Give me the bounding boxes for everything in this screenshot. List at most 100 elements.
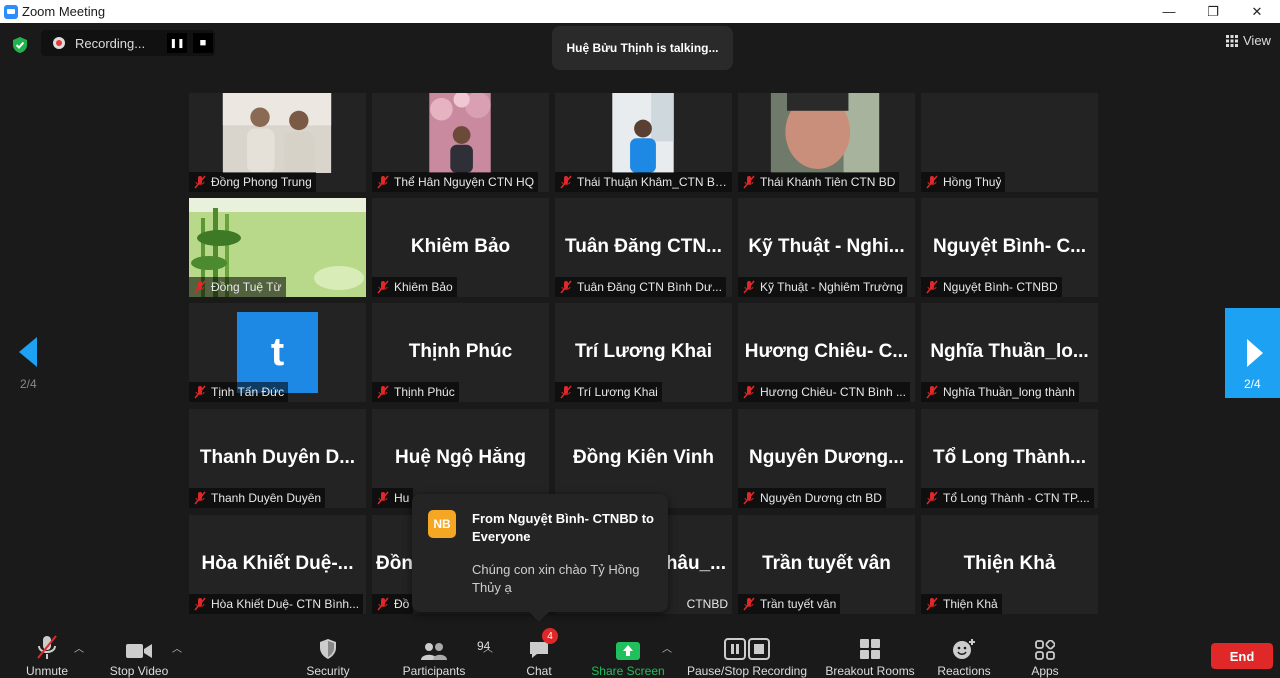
participant-name-label: Thể Hân Nguyện CTN HQ bbox=[372, 172, 539, 192]
window-title: Zoom Meeting bbox=[22, 4, 106, 19]
mic-muted-icon bbox=[560, 280, 572, 294]
close-button[interactable]: ✕ bbox=[1234, 0, 1280, 23]
unmute-button[interactable]: Unmute bbox=[18, 632, 76, 678]
participant-name-label: Thanh Duyên Duyên bbox=[189, 488, 326, 508]
mic-muted-icon bbox=[560, 385, 572, 399]
participant-tile[interactable]: Tổ Long Thành... Tổ Long Thành - CTN TP.… bbox=[921, 409, 1098, 508]
participant-name-label: Kỹ Thuật - Nghiêm Trường bbox=[738, 277, 908, 297]
next-page-button[interactable]: 2/4 bbox=[1225, 308, 1280, 398]
mic-muted-icon bbox=[743, 175, 755, 189]
participant-name-label: Hòa Khiết Duệ- CTN Bình... bbox=[189, 594, 364, 614]
mic-muted-icon bbox=[377, 491, 389, 505]
reactions-button[interactable]: Reactions bbox=[934, 632, 994, 678]
participant-name-label: Khiêm Bảo bbox=[372, 277, 457, 297]
participant-tile[interactable]: Thái Khánh Tiên CTN BD bbox=[738, 93, 915, 192]
record-dot-icon bbox=[53, 37, 65, 49]
participant-display-name: Huệ Ngộ Hằng bbox=[395, 447, 526, 468]
participant-display-name: Tuân Đăng CTN... bbox=[565, 236, 722, 257]
recording-indicator: Recording... ❚❚ ■ bbox=[41, 30, 215, 56]
title-bar: Zoom Meeting — ❐ ✕ bbox=[0, 0, 1280, 23]
participant-tile[interactable]: Khiêm Bảo Khiêm Bảo bbox=[372, 198, 549, 297]
meeting-toolbar: Unmute ︿ Stop Video ︿ Security 94 Partic… bbox=[0, 628, 1280, 678]
breakout-rooms-icon bbox=[860, 639, 880, 659]
mic-muted-icon bbox=[377, 280, 389, 294]
video-camera-icon bbox=[126, 644, 152, 658]
participant-display-name: Nghĩa Thuần_lo... bbox=[930, 341, 1089, 362]
view-button[interactable]: View bbox=[1226, 33, 1271, 48]
participant-tile[interactable]: Đồng Phong Trung bbox=[189, 93, 366, 192]
pause-stop-recording-button[interactable]: Pause/Stop Recording bbox=[682, 632, 812, 678]
participant-name-label: Tuân Đăng CTN Bình Dư... bbox=[555, 277, 726, 297]
apps-button[interactable]: Apps bbox=[1024, 632, 1066, 678]
participant-tile[interactable]: Hồng Thuỷ bbox=[921, 93, 1098, 192]
chat-button[interactable]: 4 Chat bbox=[516, 628, 562, 678]
mic-muted-icon bbox=[926, 280, 938, 294]
participant-tile[interactable]: Thể Hân Nguyện CTN HQ bbox=[372, 93, 549, 192]
participant-tile[interactable]: Thái Thuận Khâm_CTN Bì... bbox=[555, 93, 732, 192]
chat-sender: From Nguyệt Bình- CTNBD to Everyone bbox=[472, 511, 654, 544]
participant-name-label: Đồ bbox=[372, 594, 414, 614]
participant-tile[interactable]: Trí Lương Khai Trí Lương Khai bbox=[555, 303, 732, 402]
recording-label: Recording... bbox=[75, 35, 146, 51]
participant-tile[interactable]: Thanh Duyên D... Thanh Duyên Duyên bbox=[189, 409, 366, 508]
encryption-shield-icon[interactable] bbox=[11, 36, 29, 54]
microphone-muted-icon bbox=[37, 635, 57, 659]
zoom-logo-icon bbox=[4, 4, 18, 19]
mic-muted-icon bbox=[194, 385, 206, 399]
participants-options-chevron-icon[interactable]: ︿ bbox=[483, 640, 493, 655]
minimize-button[interactable]: — bbox=[1146, 0, 1192, 23]
pause-recording-button[interactable]: ❚❚ bbox=[167, 33, 187, 53]
mic-muted-icon bbox=[926, 491, 938, 505]
participant-tile[interactable]: t Tịnh Tấn Đức bbox=[189, 303, 366, 402]
participant-tile[interactable]: Nguyên Dương... Nguyên Dương ctn BD bbox=[738, 409, 915, 508]
participant-tile[interactable]: Kỹ Thuật - Nghi... Kỹ Thuật - Nghiêm Trư… bbox=[738, 198, 915, 297]
stop-recording-button[interactable]: ■ bbox=[193, 33, 213, 53]
participant-tile[interactable]: Đồng Tuệ Từ bbox=[189, 198, 366, 297]
participant-name-label: Hương Chiêu- CTN Bình ... bbox=[738, 382, 910, 402]
participant-display-name: Đồng Kiên Vinh bbox=[572, 447, 715, 468]
participant-name-label: Nghĩa Thuần_long thành bbox=[921, 382, 1079, 402]
stop-video-button[interactable]: Stop Video bbox=[104, 632, 174, 678]
participant-video bbox=[770, 93, 880, 173]
participant-video bbox=[222, 93, 332, 173]
security-shield-icon bbox=[320, 639, 336, 659]
participants-button[interactable]: 94 Participants bbox=[396, 632, 491, 678]
participant-tile[interactable]: Thịnh Phúc Thịnh Phúc bbox=[372, 303, 549, 402]
participant-tile[interactable]: Thiện Khả Thiện Khả bbox=[921, 515, 1098, 614]
mic-muted-icon bbox=[194, 597, 206, 611]
participant-name-label: Thịnh Phúc bbox=[372, 382, 459, 402]
participant-display-name: Kỹ Thuật - Nghi... bbox=[748, 236, 905, 257]
pause-stop-recording-icon bbox=[724, 638, 770, 660]
participant-name-label: Đồng Phong Trung bbox=[189, 172, 316, 192]
end-meeting-button[interactable]: End bbox=[1211, 643, 1273, 669]
mic-muted-icon bbox=[377, 385, 389, 399]
share-options-chevron-icon[interactable]: ︿ bbox=[662, 640, 672, 655]
mic-muted-icon bbox=[743, 491, 755, 505]
breakout-rooms-button[interactable]: Breakout Rooms bbox=[822, 632, 918, 678]
participant-tile[interactable]: Nguyệt Bình- C... Nguyệt Bình- CTNBD bbox=[921, 198, 1098, 297]
participant-name-label: CTNBD bbox=[686, 597, 728, 611]
mic-muted-icon bbox=[377, 175, 389, 189]
participant-name-label: Trần tuyết vân bbox=[738, 594, 841, 614]
participant-display-name: Khiêm Bảo bbox=[410, 236, 511, 257]
chat-message: Chúng con xin chào Tỷ Hồng Thủy ạ bbox=[472, 562, 640, 595]
participant-tile[interactable]: Tuân Đăng CTN... Tuân Đăng CTN Bình Dư..… bbox=[555, 198, 732, 297]
participant-tile[interactable]: Hương Chiêu- C... Hương Chiêu- CTN Bình … bbox=[738, 303, 915, 402]
restore-button[interactable]: ❐ bbox=[1190, 0, 1236, 23]
audio-options-chevron-icon[interactable]: ︿ bbox=[74, 640, 84, 655]
mic-muted-icon bbox=[926, 175, 938, 189]
participant-tile[interactable]: Trần tuyết vân Trần tuyết vân bbox=[738, 515, 915, 614]
participant-tile[interactable]: Nghĩa Thuần_lo... Nghĩa Thuần_long thành bbox=[921, 303, 1098, 402]
chat-notification-popup[interactable]: NB From Nguyệt Bình- CTNBD to Everyone C… bbox=[412, 494, 668, 622]
participant-name-label: Thiện Khả bbox=[921, 594, 1002, 614]
participant-name-label: Thái Khánh Tiên CTN BD bbox=[738, 172, 900, 192]
participant-display-name: Trí Lương Khai bbox=[574, 341, 713, 362]
share-screen-button[interactable]: Share Screen bbox=[588, 632, 668, 678]
previous-page-button[interactable]: 2/4 bbox=[0, 308, 60, 398]
participant-name-label: Thái Thuận Khâm_CTN Bì... bbox=[555, 172, 732, 192]
video-options-chevron-icon[interactable]: ︿ bbox=[172, 640, 182, 655]
mic-muted-icon bbox=[743, 385, 755, 399]
participant-tile[interactable]: Hòa Khiết Duệ-... Hòa Khiết Duệ- CTN Bìn… bbox=[189, 515, 366, 614]
mic-muted-icon bbox=[926, 597, 938, 611]
security-button[interactable]: Security bbox=[300, 632, 356, 678]
